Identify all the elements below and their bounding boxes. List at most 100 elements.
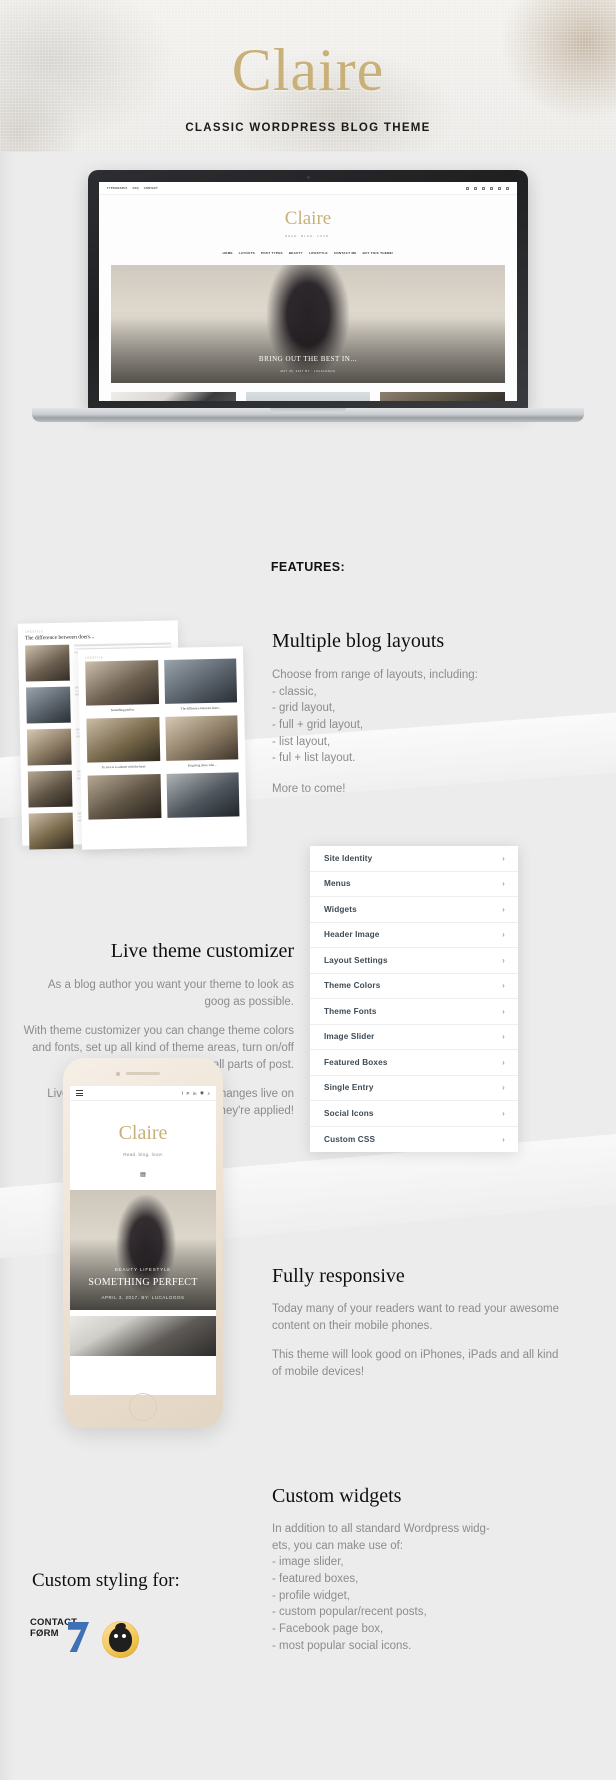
customizer-row-featured-boxes[interactable]: Featured Boxes ›	[310, 1050, 518, 1076]
topbar-link-typography[interactable]: TYPOGRAPHY	[107, 187, 128, 190]
bloglovin-icon[interactable]	[498, 186, 501, 190]
section-body: Choose from range of layouts, including:…	[272, 669, 478, 765]
customizer-row-custom-css[interactable]: Custom CSS ›	[310, 1127, 518, 1153]
grid-icon: ▤	[140, 1172, 146, 1178]
section-body: In addition to all standard Wordpress wi…	[272, 1523, 490, 1652]
nav-item-contact-me[interactable]: CONTACT ME	[334, 251, 357, 255]
grid-caption: Something perfect	[110, 707, 135, 713]
instagram-icon[interactable]: ◉	[200, 1090, 204, 1096]
pinterest-icon[interactable]	[490, 186, 493, 190]
chevron-right-icon: ›	[502, 1006, 505, 1016]
infographic-page: Claire CLASSIC WORDPRESS BLOG THEME TYPO…	[0, 0, 616, 1780]
grid-row: Something perfect The difference between…	[85, 658, 238, 713]
pinterest-icon[interactable]: P	[187, 1091, 190, 1096]
customizer-row-label: Custom CSS	[324, 1134, 376, 1144]
customizer-row-image-slider[interactable]: Image Slider ›	[310, 1025, 518, 1050]
grid-cell	[87, 774, 161, 823]
facebook-icon[interactable]: f	[182, 1091, 183, 1096]
mock-thumbnail	[27, 770, 73, 808]
customizer-row-menus[interactable]: Menus ›	[310, 872, 518, 897]
customizer-row-header-image[interactable]: Header Image ›	[310, 923, 518, 948]
grid-cell: Forgiving those who...	[164, 715, 239, 769]
chevron-right-icon: ›	[502, 904, 505, 914]
phone-next-post-image[interactable]	[70, 1316, 216, 1356]
grid-caption: The difference between doers...	[180, 705, 222, 711]
customizer-row-label: Layout Settings	[324, 955, 388, 965]
preview-topbar: TYPOGRAPHY FAQ CONTACT	[99, 182, 517, 195]
preview-thumbnail[interactable]	[380, 392, 506, 401]
preview-topbar-socials	[466, 186, 509, 190]
customizer-row-theme-fonts[interactable]: Theme Fonts ›	[310, 999, 518, 1025]
preview-main-nav: HOME LAYOUTS POST TYPES BEAUTY LIFESTYLE…	[99, 251, 517, 255]
preview-thumbnail-row	[111, 392, 506, 401]
customizer-row-label: Featured Boxes	[324, 1057, 388, 1067]
section-custom-styling: Custom styling for:	[32, 1570, 292, 1592]
chevron-right-icon: ›	[502, 955, 505, 965]
search-icon[interactable]	[506, 186, 509, 190]
nav-item-buy-this-theme[interactable]: BUY THIS THEME!	[363, 251, 394, 255]
mock-thumbnail	[26, 686, 71, 724]
home-button-icon[interactable]	[129, 1393, 157, 1421]
mock-thumbnail	[25, 644, 70, 682]
section-title: Live theme customizer	[110, 940, 294, 962]
mailchimp-head	[109, 1626, 132, 1652]
customizer-row-label: Site Identity	[324, 853, 373, 863]
grid-cell: Something perfect	[85, 660, 159, 713]
earpiece-speaker	[126, 1072, 160, 1075]
phone-topbar: f P in ◉ ⌕	[70, 1086, 216, 1101]
nav-item-home[interactable]: HOME	[223, 251, 233, 255]
customizer-row-social-icons[interactable]: Social Icons ›	[310, 1101, 518, 1127]
phone-screen: f P in ◉ ⌕ Claire Read. blog. love! ▤ BE…	[70, 1086, 216, 1395]
phone-post-title: SOMETHING PERFECT	[88, 1277, 198, 1288]
grid-row	[87, 772, 240, 823]
mailchimp-eye-right	[122, 1633, 126, 1638]
contact-form-7-logo: CONTACT FØRM	[30, 1617, 89, 1660]
chevron-right-icon: ›	[502, 879, 505, 889]
preview-featured-title: BRING OUT THE BEST IN...	[258, 355, 358, 363]
customizer-row-site-identity[interactable]: Site Identity ›	[310, 846, 518, 872]
preview-featured-image[interactable]: BRING OUT THE BEST IN... MAY 25, 2017 BY…	[111, 265, 505, 383]
left-edge-gradient	[0, 152, 14, 1780]
facebook-icon[interactable]	[474, 186, 477, 190]
mailchimp-logo	[102, 1620, 139, 1658]
hamburger-menu-icon[interactable]	[76, 1089, 83, 1098]
section-paragraph-1: As a blog author you want your theme to …	[47, 979, 294, 1008]
section-title: Fully responsive	[272, 1265, 405, 1287]
plugin-logos: CONTACT FØRM	[30, 1617, 139, 1660]
customizer-row-label: Widgets	[324, 904, 357, 914]
section-custom-widgets: Custom widgets In addition to all standa…	[272, 1485, 567, 1654]
page-title: Claire	[231, 37, 385, 103]
section-paragraph-2: This theme will look good on iPhones, iP…	[272, 1349, 559, 1379]
customizer-row-label: Menus	[324, 879, 351, 889]
phone-site-subtitle: Read. blog. love!	[123, 1152, 163, 1157]
webcam-icon	[306, 176, 310, 179]
twitter-icon[interactable]	[482, 186, 485, 190]
instagram-icon[interactable]	[466, 186, 469, 190]
mailchimp-eye-left	[114, 1633, 118, 1638]
phone-featured-post[interactable]: BEAUTY LIFESTYLE SOMETHING PERFECT APRIL…	[70, 1190, 216, 1310]
linkedin-icon[interactable]: in	[193, 1091, 197, 1096]
chevron-right-icon: ›	[502, 1032, 505, 1042]
topbar-link-faq[interactable]: FAQ	[133, 187, 139, 190]
section-fully-responsive: Fully responsive Today many of your read…	[272, 1265, 562, 1381]
phone-post-meta: APRIL 3, 2017. BY: LUCALOGOS	[101, 1295, 185, 1300]
features-label: FEATURES:	[270, 560, 346, 574]
customizer-row-layout-settings[interactable]: Layout Settings ›	[310, 948, 518, 974]
nav-item-layouts[interactable]: LAYOUTS	[239, 251, 255, 255]
nav-item-post-types[interactable]: POST TYPES	[261, 251, 283, 255]
preview-site-title: Claire	[284, 208, 332, 229]
customizer-row-widgets[interactable]: Widgets ›	[310, 897, 518, 923]
search-icon[interactable]: ⌕	[207, 1091, 210, 1096]
topbar-link-contact[interactable]: CONTACT	[144, 187, 158, 190]
chevron-right-icon: ›	[502, 1134, 505, 1144]
page-subtitle: CLASSIC WORDPRESS BLOG THEME	[185, 122, 431, 134]
section-paragraph-1: Today many of your readers want to read …	[272, 1303, 560, 1332]
customizer-row-theme-colors[interactable]: Theme Colors ›	[310, 974, 518, 999]
nav-item-beauty[interactable]: BEAUTY	[289, 251, 303, 255]
customizer-row-label: Theme Colors	[324, 981, 381, 991]
customizer-row-single-entry[interactable]: Single Entry ›	[310, 1076, 518, 1101]
preview-thumbnail[interactable]	[245, 392, 371, 401]
preview-thumbnail[interactable]	[111, 392, 236, 401]
nav-item-lifestyle[interactable]: LIFESTYLE	[309, 251, 328, 255]
grid-caption: To love is to admire with the heart	[101, 764, 146, 770]
